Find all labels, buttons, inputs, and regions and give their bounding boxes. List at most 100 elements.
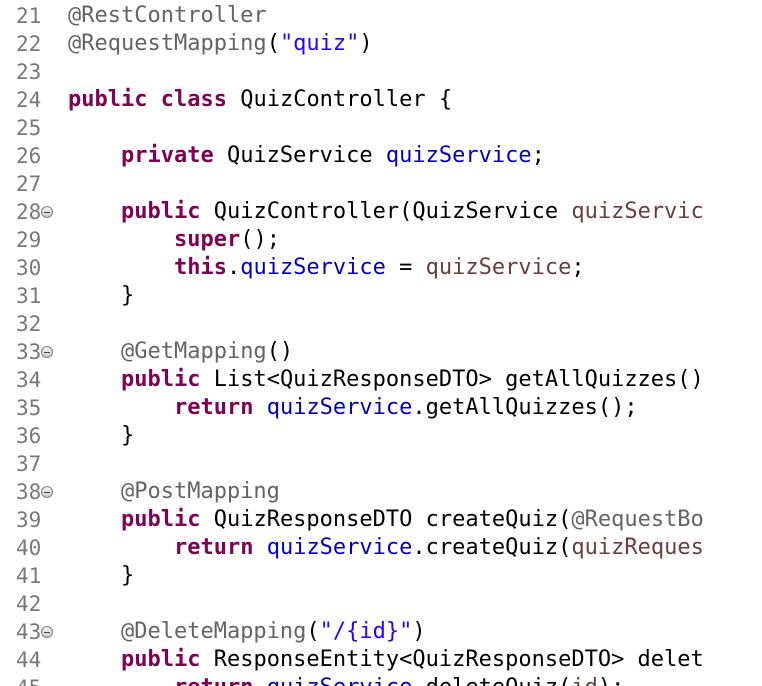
code-token: "/{id}"	[319, 619, 413, 644]
line-number: 27	[16, 172, 42, 196]
line-number: 26	[16, 144, 42, 168]
code-token: public	[120, 199, 201, 224]
code-token: );	[598, 675, 625, 686]
code-token: private	[120, 143, 214, 168]
code-token: this	[173, 255, 227, 280]
code-line[interactable]: 31 }	[0, 282, 762, 310]
collapse-icon[interactable]	[41, 626, 53, 638]
code-line[interactable]: 30 this.quizService = quizService;	[0, 254, 762, 282]
code-token: )	[359, 31, 373, 56]
code-token: QuizResponseDTO createQuiz(	[200, 507, 572, 532]
line-number: 35	[16, 396, 42, 420]
line-number: 34	[16, 368, 42, 392]
code-token: (	[266, 31, 280, 56]
code-token: public	[120, 647, 201, 672]
line-number: 29	[16, 228, 42, 252]
code-token: quizService	[267, 675, 413, 686]
code-line[interactable]: 41 }	[0, 562, 762, 590]
code-line[interactable]: 44 public ResponseEntity<QuizResponseDTO…	[0, 646, 762, 674]
code-token: .deleteQuiz(	[412, 675, 571, 686]
code-token: .	[226, 255, 241, 280]
code-line[interactable]: 35 return quizService.getAllQuizzes();	[0, 394, 762, 422]
code-text: @GetMapping()	[68, 338, 293, 366]
line-number: 38	[16, 480, 42, 504]
code-text: return quizService.createQuiz(quizReques	[68, 534, 704, 562]
code-line[interactable]: 38 @PostMapping	[0, 478, 762, 506]
line-number: 44	[16, 648, 42, 672]
code-line[interactable]: 36 }	[0, 422, 762, 450]
code-token: public	[68, 87, 148, 112]
line-number: 32	[16, 312, 42, 336]
code-token: id	[571, 675, 598, 686]
line-number: 43	[16, 620, 42, 644]
code-token: QuizController {	[226, 87, 453, 112]
code-text: super();	[68, 226, 280, 254]
code-token: List<QuizResponseDTO> getAllQuizzes()	[200, 367, 704, 392]
code-line[interactable]: 21 @RestController	[0, 2, 762, 30]
code-line[interactable]: 27	[0, 170, 762, 198]
code-line[interactable]: 32	[0, 310, 762, 338]
code-token: quizService	[266, 535, 413, 560]
code-token: ;	[571, 255, 585, 280]
code-line[interactable]: 25	[0, 114, 762, 142]
collapse-icon[interactable]	[41, 486, 53, 498]
code-line[interactable]: 23	[0, 58, 762, 86]
code-text: @RestController	[68, 2, 267, 30]
code-line[interactable]: 40 return quizService.createQuiz(quizReq…	[0, 534, 762, 562]
code-line[interactable]: 39 public QuizResponseDTO createQuiz(@Re…	[0, 506, 762, 534]
code-text: }	[68, 562, 134, 590]
code-line[interactable]: 28 public QuizController(QuizService qui…	[0, 198, 762, 226]
code-token: super	[173, 227, 241, 252]
line-number: 22	[16, 32, 42, 56]
code-token: return	[173, 535, 254, 560]
code-token: return	[174, 675, 253, 686]
line-number: 37	[16, 452, 42, 476]
code-token: .createQuiz(	[412, 535, 572, 560]
code-token: ;	[531, 143, 545, 168]
code-token: return	[173, 395, 254, 420]
code-line[interactable]: 43 @DeleteMapping("/{id}")	[0, 618, 762, 646]
code-token: quizService	[240, 255, 386, 280]
code-text: this.quizService = quizService;	[68, 254, 585, 282]
code-line[interactable]: 22 @RequestMapping("quiz")	[0, 30, 762, 58]
line-number: 31	[16, 284, 42, 308]
line-number: 24	[16, 88, 42, 112]
collapse-icon[interactable]	[41, 346, 53, 358]
code-line[interactable]: 24 public class QuizController {	[0, 86, 762, 114]
code-token: }	[68, 283, 135, 308]
code-editor[interactable]: 21 @RestController 22 @RequestMapping("quiz…	[0, 0, 762, 686]
code-token: class	[160, 87, 227, 112]
code-line[interactable]: 29 super();	[0, 226, 762, 254]
code-token: }	[68, 423, 135, 448]
code-text: }	[68, 422, 134, 450]
collapse-icon[interactable]	[41, 206, 53, 218]
line-number: 33	[16, 340, 42, 364]
line-number: 36	[16, 424, 42, 448]
code-line[interactable]: 45 return quizService.deleteQuiz(id);	[0, 674, 762, 686]
code-token: }	[68, 563, 135, 588]
code-line[interactable]: 42	[0, 590, 762, 618]
code-token: @GetMapping	[120, 339, 267, 364]
code-token: .getAllQuizzes();	[412, 395, 638, 420]
code-line[interactable]: 33 @GetMapping()	[0, 338, 762, 366]
code-line[interactable]: 37	[0, 450, 762, 478]
line-number: 28	[16, 200, 42, 224]
code-text: }	[68, 282, 134, 310]
code-text: public List<QuizResponseDTO> getAllQuizz…	[68, 366, 704, 394]
line-number: 45	[16, 674, 64, 686]
code-token: "quiz"	[279, 31, 360, 56]
code-line[interactable]: 26 private QuizService quizService;	[0, 142, 762, 170]
line-number: 23	[16, 60, 42, 84]
code-line[interactable]: 34 public List<QuizResponseDTO> getAllQu…	[0, 366, 762, 394]
